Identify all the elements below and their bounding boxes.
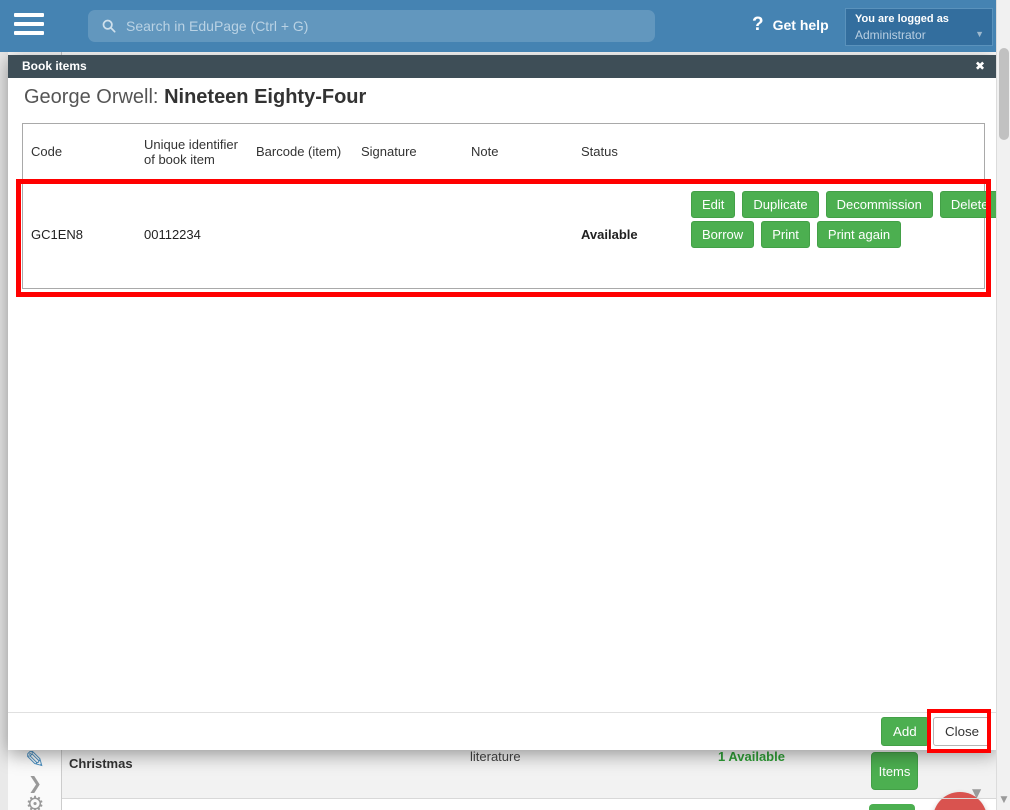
screen: ✎ ❯ ⚙ Christmas literature 1 Available I… [0,0,1010,810]
table-row: GC1EN8 00112234 Available Edit Duplicate… [23,180,1000,288]
settings-gear-icon[interactable]: ⚙ [8,792,62,810]
pen-icon[interactable]: ✎ [8,746,62,774]
row-actions: Edit Duplicate Decommission Delete Borro… [691,191,1000,251]
account-dropdown[interactable]: You are logged as Administrator ▼ [845,8,993,46]
cell-barcode [248,180,353,288]
actions-row-1: Edit Duplicate Decommission Delete [691,191,1000,218]
book-title: Nineteen Eighty-Four [164,86,367,108]
book-row-status: 1 Available [718,749,785,764]
search-icon [102,19,116,33]
borrow-button[interactable]: Borrow [691,221,755,248]
scroll-down-icon[interactable]: ▼ [972,786,981,800]
modal-footer: Add Close [8,712,996,750]
cell-signature [353,180,463,288]
modal-title: Book items [22,59,87,73]
duplicate-button[interactable]: Duplicate [742,191,819,218]
help-icon: ? [752,14,764,35]
user-name: Administrator [855,28,926,42]
scrollbar-down-icon[interactable]: ▼ [998,795,1010,805]
book-row-category: literature [470,749,521,764]
book-items-table: Code Unique identifier of book item Barc… [22,123,1000,289]
col-header-status: Status [581,144,618,159]
modal-header: Book items ✖ [8,55,996,78]
close-button[interactable]: Close [933,717,992,746]
cell-note [463,180,573,288]
chevron-down-icon: ▼ [975,29,984,39]
book-author: George Orwell: [24,86,165,108]
top-bar: Search in EduPage (Ctrl + G) ? Get help … [0,0,996,52]
close-icon[interactable]: ✖ [975,59,985,73]
get-help-button[interactable]: ? Get help [752,14,829,36]
decommission-button[interactable]: Decommission [825,191,933,218]
search-placeholder: Search in EduPage (Ctrl + G) [126,18,309,34]
add-button[interactable]: Add [881,717,929,746]
page-title: George Orwell: Nineteen Eighty-Four [24,86,366,109]
row-divider [62,798,996,799]
col-header-code: Code [31,144,63,159]
vertical-scrollbar[interactable]: ▼ [996,0,1010,810]
print-button[interactable]: Print [761,221,810,248]
scrollbar-thumb[interactable] [999,48,1009,140]
get-help-label: Get help [772,17,829,33]
cell-unique-identifier: 00112234 [144,226,201,242]
book-row-title: Christmas [69,756,133,771]
hamburger-menu-icon[interactable] [14,13,44,39]
print-again-button[interactable]: Print again [816,221,902,248]
book-items-modal: Book items ✖ George Orwell: Nineteen Eig… [8,55,1000,750]
table-header-row: Code Unique identifier of book item Barc… [23,124,984,180]
items-button[interactable]: Items [871,752,918,790]
search-input[interactable]: Search in EduPage (Ctrl + G) [88,10,655,42]
cell-code: GC1EN8 [31,226,84,242]
col-header-barcode: Barcode (item) [256,144,342,159]
col-header-note: Note [471,144,499,159]
actions-row-2: Borrow Print Print again [691,221,999,248]
next-items-button[interactable] [869,804,915,810]
col-header-signature: Signature [361,144,417,159]
col-header-unique-identifier: Unique identifier of book item [144,136,238,167]
logged-as-label: You are logged as [855,13,949,25]
delete-button[interactable]: Delete [939,191,1000,218]
edit-button[interactable]: Edit [691,191,736,218]
expand-chevron-icon[interactable]: ❯ [8,774,62,794]
